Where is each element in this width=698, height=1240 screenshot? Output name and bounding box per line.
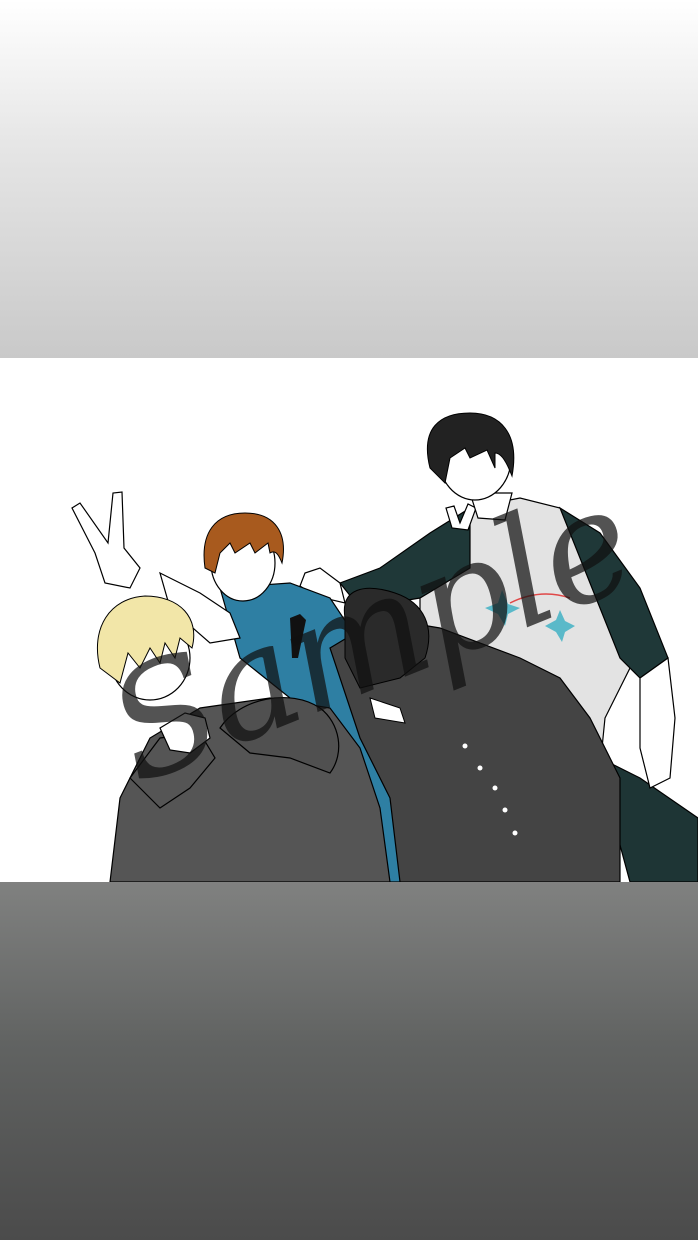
artwork-page: Sample bbox=[0, 0, 698, 1240]
top-gradient-band bbox=[0, 0, 698, 358]
band-illustration: Sample bbox=[0, 358, 698, 882]
illustration-svg: Sample bbox=[71, 412, 698, 882]
peace-sign-hand bbox=[71, 491, 141, 589]
bottom-gradient-band bbox=[0, 882, 698, 1240]
